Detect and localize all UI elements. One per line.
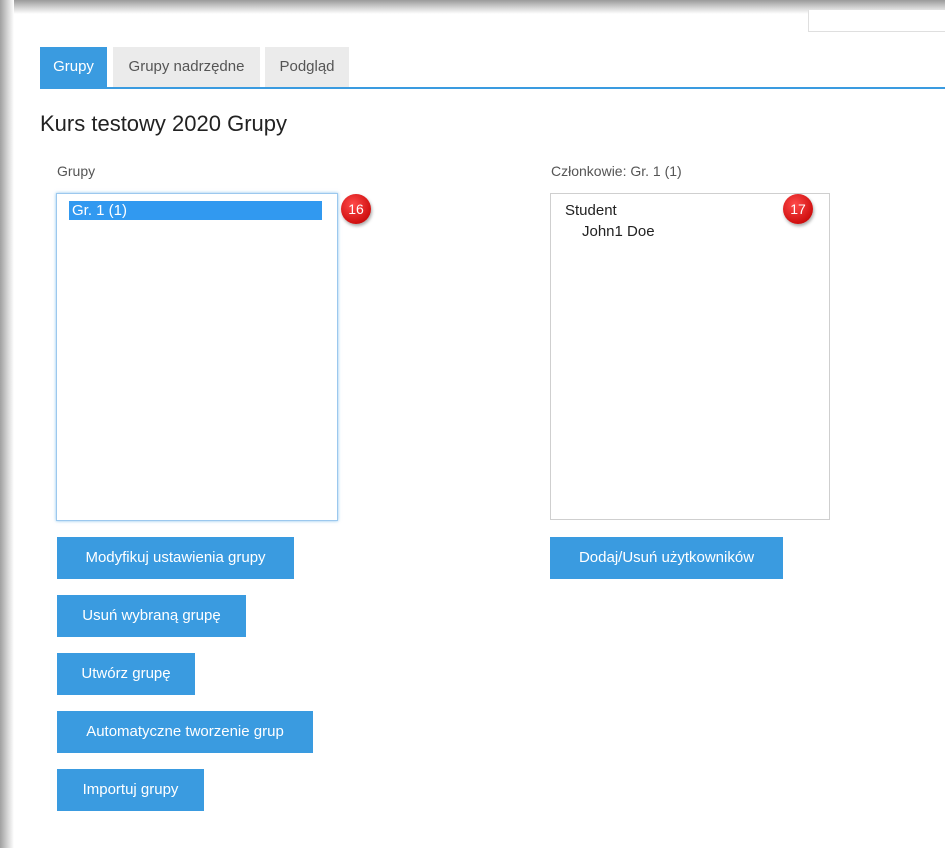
tab-overview[interactable]: Podgląd xyxy=(265,47,349,87)
annotation-badge-17: 17 xyxy=(783,194,813,224)
groups-listbox[interactable]: Gr. 1 (1) xyxy=(56,193,338,521)
tab-groups[interactable]: Grupy xyxy=(40,47,107,87)
groups-label: Grupy xyxy=(57,163,96,179)
page-title: Kurs testowy 2020 Grupy xyxy=(40,111,288,136)
header-search-input[interactable] xyxy=(808,10,945,32)
add-remove-users-button[interactable]: Dodaj/Usuń użytkowników xyxy=(550,537,783,579)
window-shadow-left xyxy=(0,0,14,848)
auto-create-groups-button[interactable]: Automatyczne tworzenie grup xyxy=(57,711,313,753)
role-group-label: Student xyxy=(565,202,617,219)
group-option-selected[interactable]: Gr. 1 (1) xyxy=(69,201,322,220)
group-tabs: Grupy Grupy nadrzędne Podgląd xyxy=(40,47,945,89)
members-listbox[interactable]: Student John1 Doe xyxy=(550,193,830,520)
edit-group-settings-button[interactable]: Modyfikuj ustawienia grupy xyxy=(57,537,294,579)
member-option[interactable]: John1 Doe xyxy=(582,223,655,240)
tab-groupings[interactable]: Grupy nadrzędne xyxy=(113,47,260,87)
annotation-badge-16: 16 xyxy=(341,194,371,224)
delete-group-button[interactable]: Usuń wybraną grupę xyxy=(57,595,246,637)
members-label: Członkowie: Gr. 1 (1) xyxy=(551,163,682,179)
window-shadow-top xyxy=(0,0,945,14)
import-groups-button[interactable]: Importuj grupy xyxy=(57,769,204,811)
create-group-button[interactable]: Utwórz grupę xyxy=(57,653,195,695)
